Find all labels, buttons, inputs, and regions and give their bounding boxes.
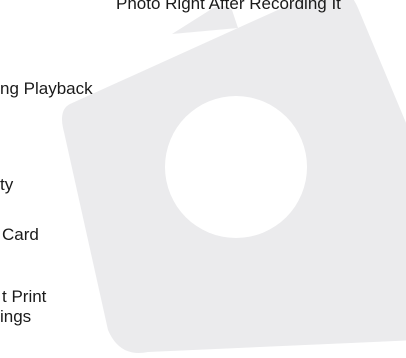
toc-item-card: Card [2,225,39,244]
toc-item-print: t Print [2,287,47,306]
toc-item-playback: ng Playback [0,79,93,98]
lens-circle [165,96,307,238]
toc-item-quality: ty [0,175,14,194]
camera-icon [62,0,406,353]
toc-item-settings: ings [0,307,32,326]
camera-body [62,0,406,353]
toc-item-title: Photo Right After Recording It [116,0,341,13]
